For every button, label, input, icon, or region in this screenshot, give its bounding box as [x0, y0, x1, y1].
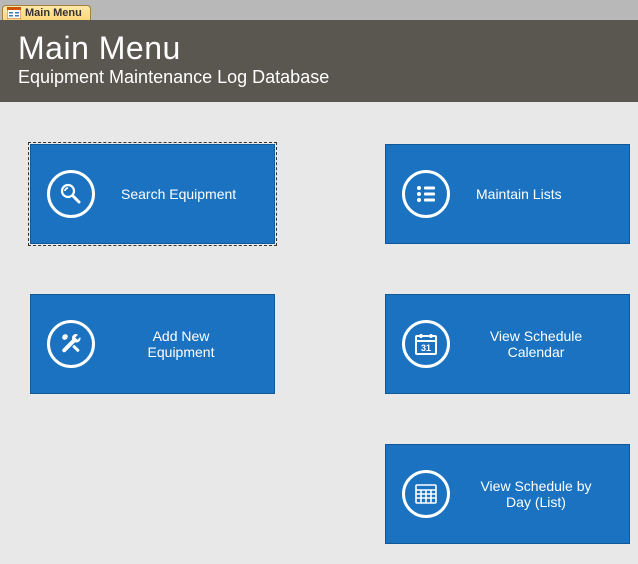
main-content: Search Equipment Maintain Lists Add New …	[0, 102, 638, 564]
tile-label: Maintain Lists	[476, 186, 562, 202]
tile-view-schedule-by-day[interactable]: View Schedule by Day (List)	[385, 444, 630, 544]
list-icon	[402, 170, 450, 218]
search-icon	[47, 170, 95, 218]
tile-label: Add New Equipment	[121, 328, 241, 360]
page-title: Main Menu	[18, 30, 620, 67]
tile-add-new-equipment[interactable]: Add New Equipment	[30, 294, 275, 394]
tab-label: Main Menu	[25, 7, 82, 19]
svg-text:31: 31	[421, 343, 431, 353]
page-subtitle: Equipment Maintenance Log Database	[18, 67, 620, 88]
tile-label: View Schedule Calendar	[476, 328, 596, 360]
tile-label: View Schedule by Day (List)	[476, 478, 596, 510]
tile-search-equipment[interactable]: Search Equipment	[30, 144, 275, 244]
calendar-icon: 31	[402, 320, 450, 368]
tile-maintain-lists[interactable]: Maintain Lists	[385, 144, 630, 244]
tile-label: Search Equipment	[121, 186, 236, 202]
header: Main Menu Equipment Maintenance Log Data…	[0, 20, 638, 102]
tab-main-menu[interactable]: Main Menu	[2, 5, 91, 20]
tools-icon	[47, 320, 95, 368]
tab-bar: Main Menu	[0, 0, 638, 20]
grid-icon	[402, 470, 450, 518]
tile-view-schedule-calendar[interactable]: 31 View Schedule Calendar	[385, 294, 630, 394]
form-icon	[7, 7, 21, 19]
